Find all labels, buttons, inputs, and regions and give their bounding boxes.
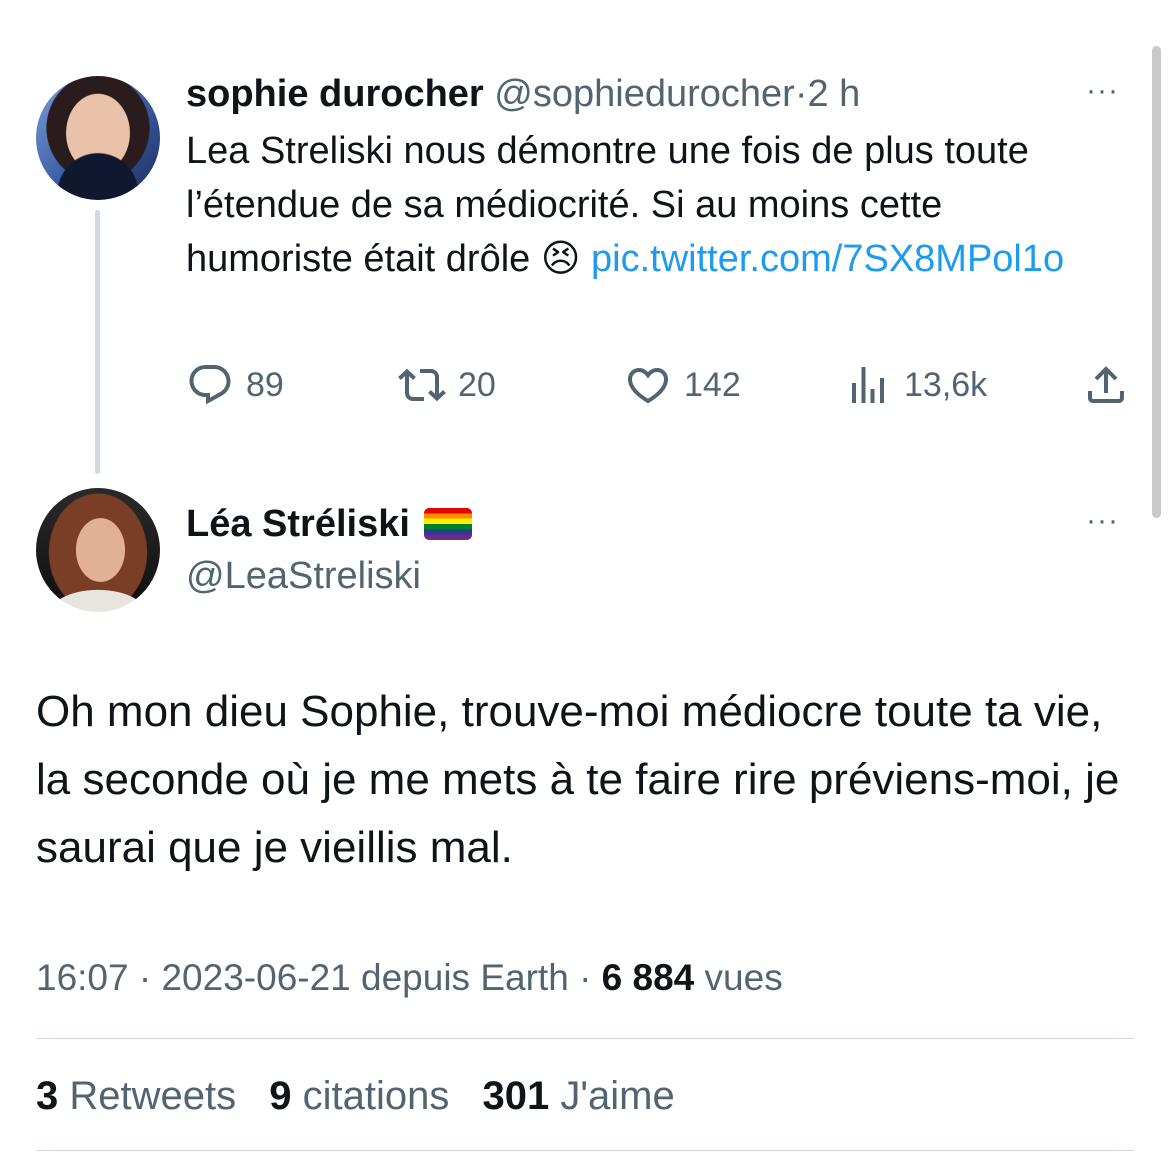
tweet2-author-handle[interactable]: @LeaStreliski <box>186 552 421 600</box>
tweet2-more-icon[interactable]: ··· <box>1086 506 1119 536</box>
reply-button[interactable]: 89 <box>186 360 284 410</box>
retweet-icon <box>398 368 446 402</box>
retweets-count: 3 <box>36 1074 59 1118</box>
separator-dot: · <box>138 957 152 998</box>
tweet1-time[interactable]: 2 h <box>807 73 860 115</box>
tweet2-date[interactable]: 2023-06-21 <box>161 957 350 998</box>
retweet-button[interactable]: 20 <box>398 360 496 410</box>
tweet1-more-icon[interactable]: ··· <box>1086 76 1119 106</box>
tweet2-author[interactable]: Léa Stréliski <box>186 500 472 548</box>
avatar-sophie-durocher[interactable] <box>36 76 160 200</box>
separator-dot: · <box>794 73 808 115</box>
reply-count: 89 <box>246 365 284 404</box>
divider <box>36 1038 1134 1039</box>
tweet1-action-bar: 89 20 142 13,6k <box>186 360 1130 410</box>
tweet2-text: Oh mon dieu Sophie, trouve-moi médiocre … <box>36 687 1120 872</box>
tweet2-author-name: Léa Stréliski <box>186 503 410 545</box>
like-count: 142 <box>684 365 741 404</box>
reply-icon <box>189 365 231 405</box>
tweet1-header: sophie durocher @sophiedurocher·2 h <box>186 70 860 118</box>
views-chart-icon <box>852 367 884 403</box>
views-count: 13,6k <box>904 365 988 404</box>
views-button[interactable]: 13,6k <box>844 360 987 410</box>
like-button[interactable]: 142 <box>624 360 741 410</box>
retweets-stat[interactable]: 3 Retweets <box>36 1074 236 1118</box>
avatar-lea-streliski[interactable] <box>36 488 160 612</box>
quotes-count: 9 <box>269 1074 292 1118</box>
quotes-stat[interactable]: 9 citations <box>269 1074 449 1118</box>
divider <box>36 1150 1134 1151</box>
quotes-label: citations <box>302 1074 450 1118</box>
share-button[interactable] <box>1082 360 1130 410</box>
retweets-label: Retweets <box>69 1074 237 1118</box>
share-icon <box>1088 366 1124 403</box>
tweet2-source: depuis Earth <box>361 957 569 998</box>
persevering-face-emoji: 😣 <box>540 238 581 280</box>
thread-line <box>95 210 100 474</box>
tweet1-media-link[interactable]: pic.twitter.com/7SX8MPol1o <box>591 238 1064 280</box>
scrollbar[interactable] <box>1152 46 1161 518</box>
tweet1-author-handle[interactable]: @sophiedurocher <box>494 73 795 115</box>
likes-label: J'aime <box>560 1074 675 1118</box>
tweet1-author-name[interactable]: sophie durocher <box>186 73 484 115</box>
likes-count: 301 <box>482 1074 550 1118</box>
separator-dot: · <box>579 957 592 998</box>
rainbow-flag-icon <box>423 508 472 540</box>
tweet2-time[interactable]: 16:07 <box>36 957 129 998</box>
tweet2-metadata: 16:07 · 2023-06-21 depuis Earth · 6 884 … <box>36 952 783 1004</box>
heart-icon <box>627 368 669 404</box>
retweet-count: 20 <box>458 365 496 404</box>
tweet2-views-label: vues <box>704 957 783 998</box>
likes-stat[interactable]: 301 J'aime <box>483 1074 675 1118</box>
tweet2-views-count: 6 884 <box>601 957 695 998</box>
tweet2-stats: 3 Retweets 9 citations 301 J'aime <box>36 1070 675 1122</box>
tweet1-text: Lea Streliski nous démontre une fois de … <box>186 124 1096 286</box>
